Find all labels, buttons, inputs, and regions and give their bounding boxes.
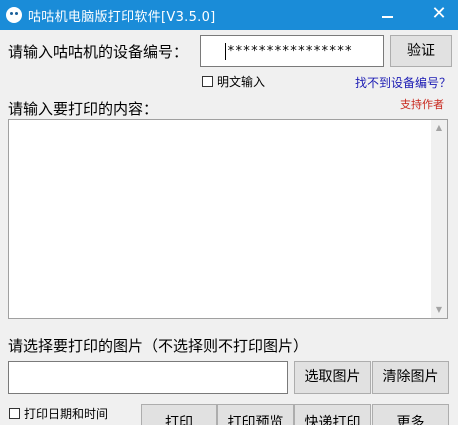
print-content-label: 请输入要打印的内容：	[8, 100, 159, 118]
print-date-checkbox[interactable]	[9, 408, 20, 419]
print-date-label: 打印日期和时间	[24, 407, 109, 421]
print-content-textarea[interactable]	[8, 119, 448, 319]
title-bar: 咕咕机电脑版打印软件[V3.5.0] ✕	[0, 0, 458, 30]
scroll-down-arrow-icon[interactable]: ▼	[431, 302, 447, 318]
window-title: 咕咕机电脑版打印软件[V3.5.0]	[28, 10, 216, 25]
show-plaintext-checkbox[interactable]	[202, 76, 213, 87]
device-number-input[interactable]	[200, 35, 384, 67]
image-path-input[interactable]	[8, 361, 288, 394]
minimize-icon	[382, 16, 393, 18]
scroll-up-arrow-icon[interactable]: ▲	[431, 120, 447, 136]
text-caret	[225, 43, 226, 60]
app-logo-icon	[6, 7, 22, 23]
device-not-found-link[interactable]: 找不到设备编号？	[355, 74, 451, 91]
clear-image-button[interactable]: 清除图片	[372, 361, 449, 394]
content-scrollbar[interactable]: ▲ ▼	[431, 120, 447, 318]
show-plaintext-label: 明文输入	[217, 75, 266, 89]
image-select-label: 请选择要打印的图片（不选择则不打印图片）	[8, 337, 309, 355]
express-print-button[interactable]: 快递打印	[294, 404, 371, 425]
print-preview-button[interactable]: 打印预览	[217, 404, 294, 425]
more-button[interactable]: 更多	[372, 404, 449, 425]
minimize-button[interactable]	[375, 2, 401, 28]
close-button[interactable]: ✕	[426, 2, 452, 28]
select-image-button[interactable]: 选取图片	[294, 361, 371, 394]
print-date-checkbox-row[interactable]: 打印日期和时间	[9, 405, 108, 422]
device-number-label: 请输入咕咕机的设备编号：	[8, 43, 189, 61]
print-button[interactable]: 打印	[141, 404, 217, 425]
support-author-link[interactable]: 支持作者	[400, 96, 444, 112]
verify-button[interactable]: 验证	[390, 35, 452, 67]
show-plaintext-checkbox-row[interactable]: 明文输入	[202, 73, 265, 90]
